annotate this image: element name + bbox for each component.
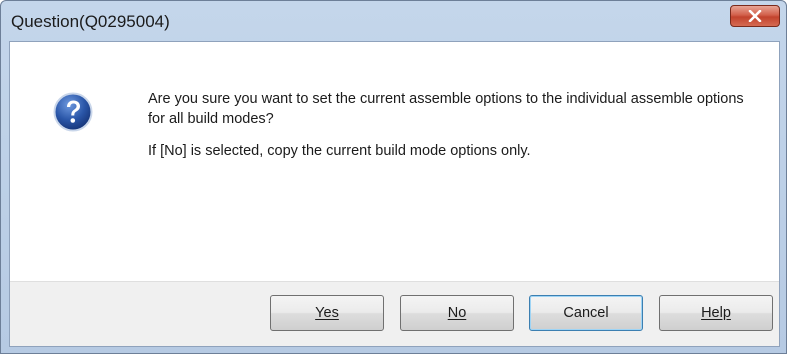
message-line-question: Are you sure you want to set the current…	[148, 91, 744, 127]
help-button[interactable]: Help	[659, 295, 773, 331]
no-button-label: No	[447, 305, 467, 321]
yes-button[interactable]: Yes	[270, 295, 384, 331]
no-button[interactable]: No	[400, 295, 514, 331]
close-button[interactable]	[730, 5, 780, 27]
dialog-body: Are you sure you want to set the current…	[9, 41, 780, 347]
question-dialog: Question(Q0295004) Are you sure you want…	[0, 0, 787, 354]
message-line-note: If [No] is selected, copy the current bu…	[148, 143, 531, 159]
help-button-label: Help	[701, 305, 731, 321]
title-bar[interactable]: Question(Q0295004)	[1, 1, 786, 41]
cancel-button[interactable]: Cancel	[529, 295, 643, 331]
message-text: Are you sure you want to set the current…	[148, 89, 748, 161]
window-title: Question(Q0295004)	[11, 12, 170, 31]
yes-button-label: Yes	[315, 305, 339, 321]
button-bar: Yes No Cancel Help	[10, 281, 779, 346]
cancel-button-label: Cancel	[563, 305, 609, 321]
question-icon	[53, 92, 93, 132]
close-icon	[748, 10, 762, 22]
